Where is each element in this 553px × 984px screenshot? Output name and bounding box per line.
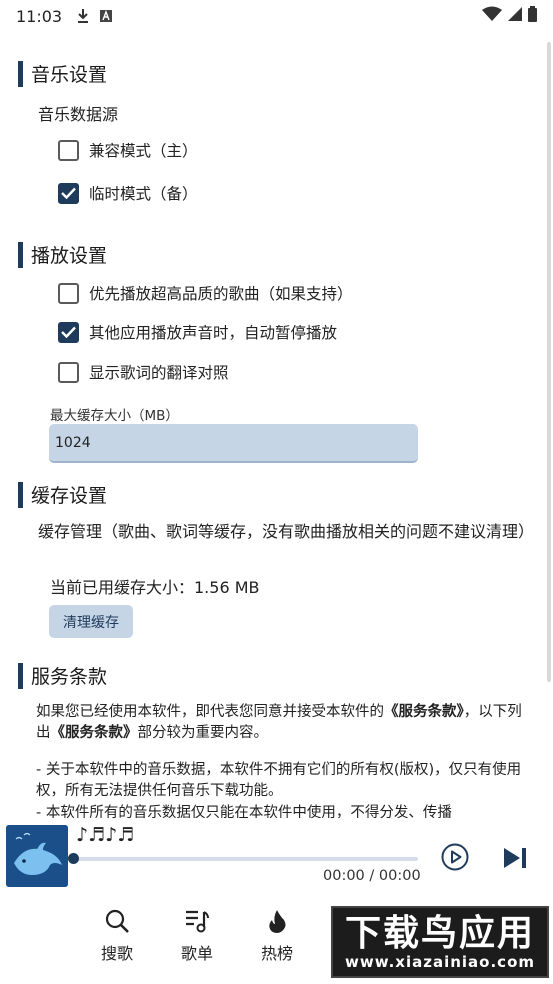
play-button[interactable] (440, 842, 470, 872)
album-cover[interactable] (6, 825, 68, 887)
checkbox-checked[interactable] (58, 321, 79, 343)
skip-next-icon (504, 848, 526, 868)
status-time: 11:03 (16, 6, 63, 26)
section-accent-bar (18, 481, 23, 508)
nav-label: 搜歌 (100, 944, 133, 963)
terms-intro-text: 部分较为重要内容。 (137, 725, 269, 741)
cache-size-label: 最大缓存大小（MB） (50, 408, 179, 424)
progress-knob[interactable] (68, 853, 79, 864)
cache-current-size: 当前已用缓存大小：1.56 MB (50, 578, 260, 597)
watermark-logo: 下载鸟应用 www.xiazainiao.com (331, 906, 549, 978)
option-label: 显示歌词的翻译对照 (89, 364, 229, 382)
nav-label: 热榜 (260, 944, 293, 963)
dolphin-icon (6, 825, 68, 887)
nav-item-search[interactable]: 搜歌 (87, 908, 147, 964)
cache-description: 缓存管理（歌曲、歌词等缓存，没有歌曲播放相关的问题不建议清理） (38, 522, 535, 541)
terms-link[interactable]: 《服务条款》 (384, 704, 464, 720)
cache-size-input[interactable]: 1024 (49, 424, 418, 463)
option-label: 优先播放超高品质的歌曲（如果支持） (89, 285, 353, 303)
option-show-translation[interactable]: 显示歌词的翻译对照 (58, 361, 229, 383)
nav-item-playlist[interactable]: 歌单 (167, 908, 227, 964)
terms-intro: 如果您已经使用本软件，即代表您同意并接受本软件的《服务条款》，以下列出《服务条款… (36, 702, 526, 744)
progress-track[interactable] (74, 857, 418, 861)
nav-item-hot[interactable]: 热榜 (247, 908, 307, 964)
section-accent-bar (18, 662, 23, 689)
playback-settings-label: 播放设置 (31, 245, 108, 267)
fire-icon (269, 910, 286, 933)
watermark-url-text: www.xiazainiao.com (344, 953, 536, 971)
mini-player[interactable]: ♪♬♪♬ 00:00 / 00:00 (0, 818, 553, 894)
search-icon (105, 909, 129, 933)
checkmark-icon (61, 326, 76, 338)
watermark-main-text: 下载鸟应用 (344, 912, 535, 954)
song-title: ♪♬♪♬ (76, 824, 135, 846)
battery-icon (528, 6, 537, 26)
checkmark-icon (61, 187, 76, 199)
keyboard-icon (100, 10, 113, 22)
next-button[interactable] (502, 846, 528, 870)
option-label: 其他应用播放声音时，自动暂停播放 (89, 324, 338, 342)
music-settings-title: 音乐设置 (18, 60, 107, 87)
nav-label: 歌单 (180, 944, 213, 963)
checkbox[interactable] (58, 139, 79, 161)
section-accent-bar (18, 60, 23, 87)
cache-settings-title: 缓存设置 (18, 481, 107, 508)
scrollbar[interactable] (547, 42, 551, 682)
music-source-label: 音乐数据源 (38, 105, 119, 124)
clear-cache-button[interactable]: 清理缓存 (49, 605, 133, 638)
checkbox[interactable] (58, 282, 79, 304)
terms-label: 服务条款 (31, 666, 108, 688)
status-bar: 11:03 (0, 0, 553, 32)
checkbox[interactable] (58, 361, 79, 383)
checkbox-checked[interactable] (58, 182, 79, 204)
music-settings-label: 音乐设置 (31, 64, 108, 86)
terms-intro-text: 如果您已经使用本软件，即代表您同意并接受本软件的 (36, 704, 384, 720)
playback-settings-title: 播放设置 (18, 241, 107, 268)
terms-title: 服务条款 (18, 662, 107, 689)
terms-link[interactable]: 《服务条款》 (51, 725, 138, 741)
cache-settings-label: 缓存设置 (31, 485, 108, 507)
terms-point-2: - 本软件所有的音乐数据仅只能在本软件中使用，不得分发、传播 (36, 805, 452, 818)
option-label: 临时模式（备） (89, 185, 198, 203)
section-accent-bar (18, 241, 23, 268)
playback-time: 00:00 / 00:00 (323, 868, 421, 884)
download-icon (76, 8, 90, 24)
play-icon (441, 843, 469, 871)
option-auto-pause[interactable]: 其他应用播放声音时，自动暂停播放 (58, 321, 337, 343)
option-temporary-mode[interactable]: 临时模式（备） (58, 182, 198, 204)
option-label: 兼容模式（主） (89, 142, 198, 160)
option-high-quality[interactable]: 优先播放超高品质的歌曲（如果支持） (58, 282, 353, 304)
playlist-icon (186, 910, 209, 933)
terms-point-1: - 关于本软件中的音乐数据，本软件不拥有它们的所有权(版权)，仅只有使用权，所有… (36, 762, 522, 799)
wifi-icon (482, 6, 502, 26)
signal-icon (508, 6, 522, 26)
option-compatible-mode[interactable]: 兼容模式（主） (58, 139, 198, 161)
